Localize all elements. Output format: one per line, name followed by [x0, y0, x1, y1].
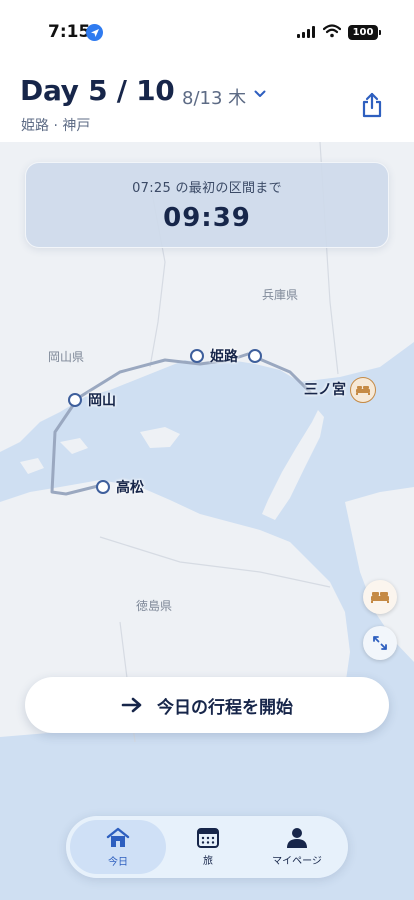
bed-icon: [356, 386, 370, 395]
fit-map-button[interactable]: [363, 626, 397, 660]
expand-icon: [373, 636, 387, 650]
city-name: 高松: [116, 480, 144, 496]
tab-mypage[interactable]: マイページ: [250, 820, 344, 874]
station-marker-icon: [190, 349, 204, 363]
countdown-label: 07:25 の最初の区間まで: [132, 181, 282, 196]
countdown-card: 07:25 の最初の区間まで 09:39: [25, 162, 389, 248]
station-marker-icon: [96, 480, 110, 494]
calendar-icon: [197, 828, 219, 848]
tab-today[interactable]: 今日: [70, 820, 166, 874]
cellular-signal-icon: [297, 26, 315, 38]
city-marker-okayama[interactable]: 岡山: [68, 390, 116, 410]
city-marker-takamatsu[interactable]: 高松: [96, 477, 144, 497]
date-selector[interactable]: 8/13 木: [182, 84, 246, 110]
day-title: Day 5 / 10: [20, 74, 175, 107]
location-arrow-icon: [86, 24, 103, 41]
map-background: [0, 142, 414, 743]
home-icon: [106, 827, 130, 847]
route-map[interactable]: 07:25 の最初の区間まで 09:39 兵庫県 岡山県 徳島県 姫路 岡山 三…: [0, 142, 414, 900]
hotel-marker[interactable]: [350, 377, 376, 403]
chevron-down-icon[interactable]: [254, 90, 266, 98]
start-itinerary-button[interactable]: 今日の行程を開始: [25, 677, 389, 733]
arrow-right-icon: [121, 697, 142, 713]
status-bar: 7:15 100: [0, 0, 414, 56]
day-subtitle: 姫路 · 神戸: [21, 118, 91, 134]
city-marker-sannomiya[interactable]: 三ノ宮: [304, 379, 346, 399]
battery-icon: 100: [348, 25, 381, 40]
tab-label: 旅: [203, 856, 213, 867]
city-name: 三ノ宮: [304, 382, 346, 398]
day-header: Day 5 / 10 8/13 木 姫路 · 神戸: [0, 56, 414, 142]
tab-bar: 今日 旅 マイページ: [66, 816, 348, 878]
city-name: 姫路: [210, 349, 238, 365]
prefecture-label: 岡山県: [48, 350, 85, 364]
bed-icon: [371, 592, 389, 603]
share-icon: [362, 92, 382, 118]
prefecture-label: 兵庫県: [262, 288, 299, 302]
tab-label: 今日: [108, 857, 128, 868]
city-marker-himeji[interactable]: 姫路: [190, 346, 262, 366]
hotel-button[interactable]: [363, 580, 397, 614]
station-marker-icon: [68, 393, 82, 407]
tab-label: マイページ: [272, 856, 322, 867]
wifi-icon: [323, 24, 341, 38]
tab-trip[interactable]: 旅: [166, 820, 250, 874]
countdown-time: 09:39: [163, 203, 251, 233]
station-marker-icon: [248, 349, 262, 363]
city-name: 岡山: [88, 393, 116, 409]
prefecture-label: 徳島県: [136, 599, 173, 613]
start-itinerary-label: 今日の行程を開始: [157, 697, 293, 718]
share-button[interactable]: [356, 88, 388, 122]
status-time: 7:15: [48, 22, 91, 42]
person-icon: [287, 828, 307, 848]
